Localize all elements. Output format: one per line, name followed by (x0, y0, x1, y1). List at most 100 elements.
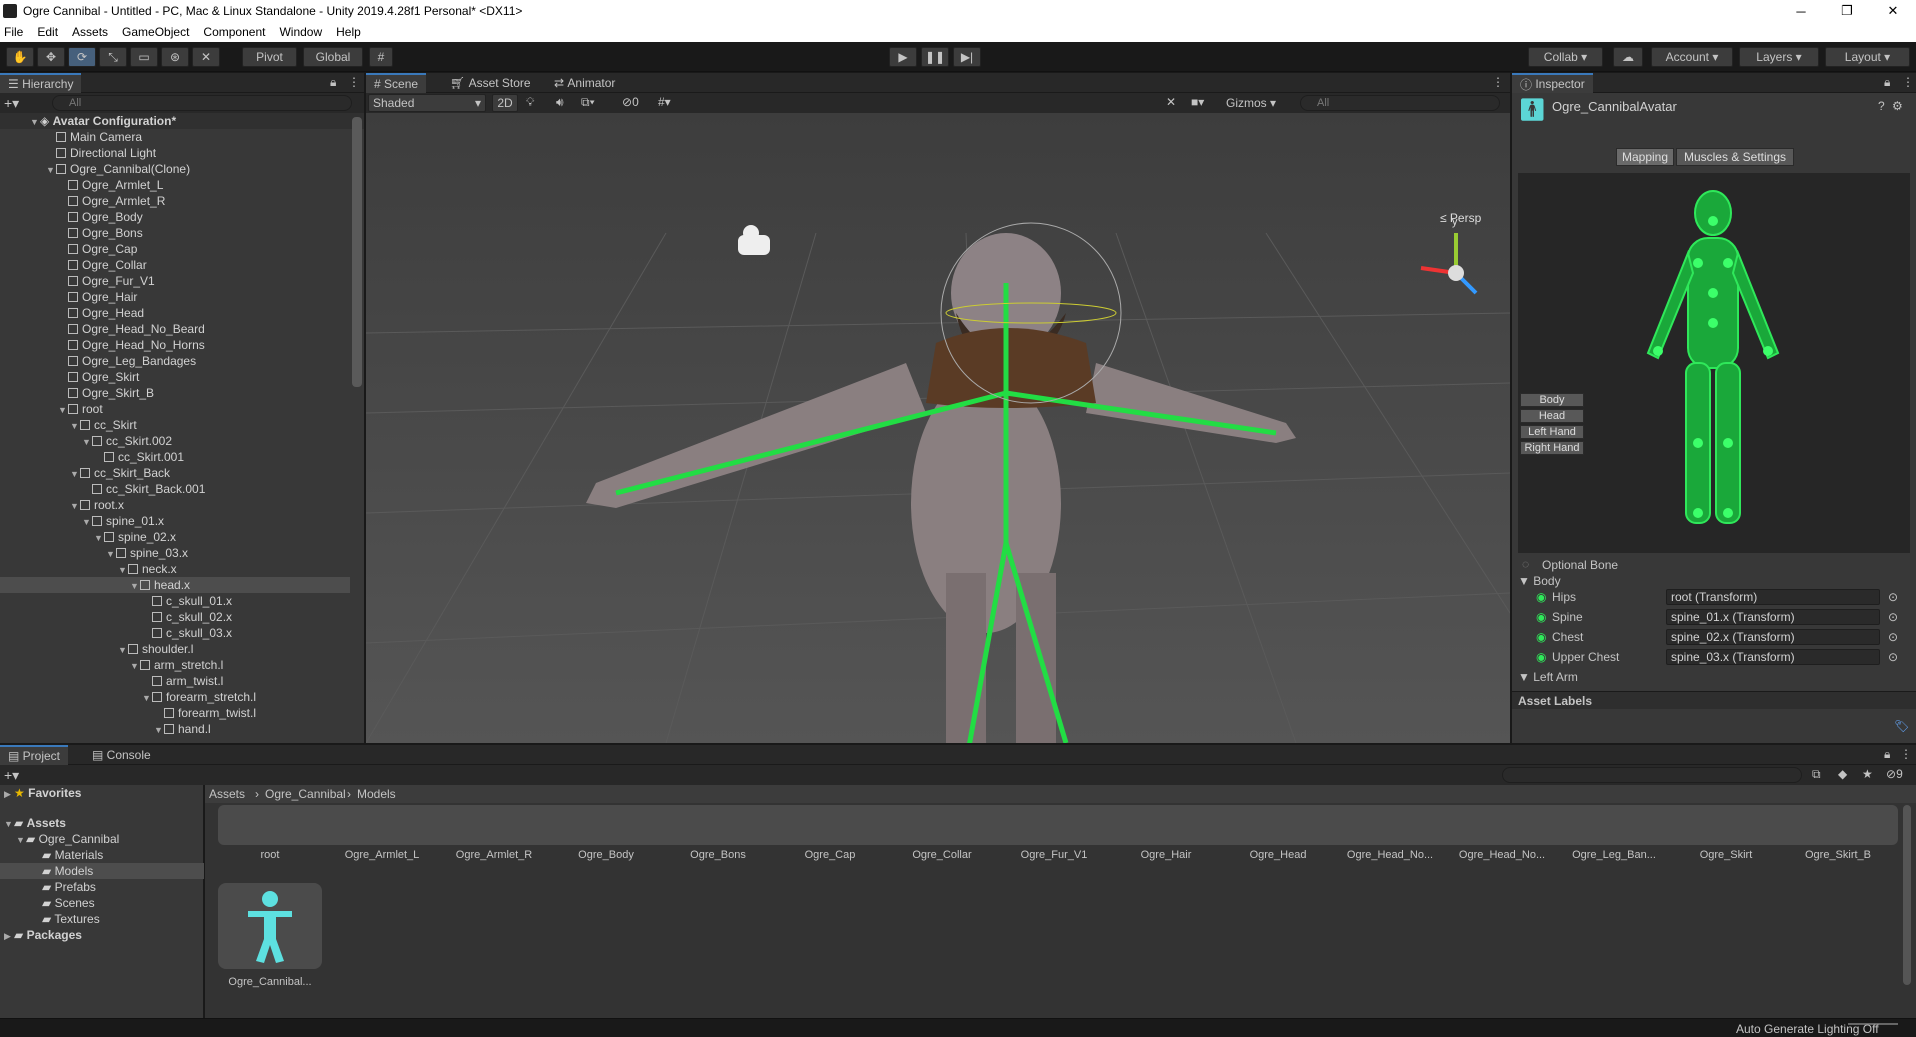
menu-assets[interactable]: Assets (72, 25, 108, 39)
lock-icon[interactable]: 🔒︎ (330, 75, 336, 90)
move-tool-icon[interactable]: ✥ (37, 47, 65, 67)
hierarchy-row[interactable]: ▼ shoulder.l (0, 641, 350, 657)
play-button[interactable]: ▶ (889, 47, 917, 67)
hierarchy-row[interactable]: Ogre_Fur_V1 (0, 273, 350, 289)
tab-animator[interactable]: ⇄ Animator (546, 73, 623, 93)
model-asset-label[interactable]: Ogre_Head_No... (1447, 849, 1557, 861)
object-picker-icon[interactable]: ⊙ (1888, 630, 1898, 644)
hierarchy-row[interactable]: ▼ spine_03.x (0, 545, 350, 561)
inspector-lock-icon[interactable]: 🔒︎ (1884, 75, 1890, 90)
global-toggle[interactable]: Global (303, 47, 363, 67)
hierarchy-row[interactable]: ▼ Ogre_Cannibal(Clone) (0, 161, 350, 177)
audio-icon[interactable]: 🔊︎ (556, 95, 564, 110)
hierarchy-row[interactable]: Ogre_Head_No_Beard (0, 321, 350, 337)
project-scrollbar[interactable] (1903, 805, 1911, 985)
gizmos-dropdown[interactable]: Gizmos ▾ (1226, 96, 1276, 110)
grid-icon[interactable]: #▾ (658, 95, 671, 109)
hierarchy-row[interactable]: forearm_twist.l (0, 705, 350, 721)
model-asset-label[interactable]: Ogre_Head_No... (1335, 849, 1445, 861)
hierarchy-row[interactable]: Ogre_Head_No_Horns (0, 337, 350, 353)
folder-scenes[interactable]: ▰ Scenes (42, 895, 95, 911)
foldout-arrow-icon[interactable]: ▼ (70, 498, 80, 514)
tab-asset-store[interactable]: 🛒︎ Asset Store (442, 73, 539, 93)
hierarchy-row[interactable]: c_skull_02.x (0, 609, 350, 625)
inspector-menu-icon[interactable]: ⋮ (1902, 75, 1914, 89)
model-asset-label[interactable]: Ogre_Armlet_L (327, 849, 437, 861)
model-asset-label[interactable]: Ogre_Body (551, 849, 661, 861)
bone-transform-field[interactable]: spine_03.x (Transform) (1666, 649, 1880, 665)
menu-file[interactable]: File (4, 25, 23, 39)
menu-edit[interactable]: Edit (37, 25, 58, 39)
mapping-tab[interactable]: Mapping (1616, 148, 1674, 166)
bone-transform-field[interactable]: spine_02.x (Transform) (1666, 629, 1880, 645)
close-button[interactable]: ✕ (1870, 0, 1916, 22)
hierarchy-row[interactable]: ▼ hand.l (0, 721, 350, 737)
cloud-icon[interactable]: ☁ (1613, 47, 1643, 67)
hierarchy-row[interactable]: cc_Skirt.001 (0, 449, 350, 465)
object-picker-icon[interactable]: ⊙ (1888, 590, 1898, 604)
minimize-button[interactable]: ─ (1778, 0, 1824, 22)
scene-row[interactable]: ▼◈ Avatar Configuration* (0, 113, 364, 129)
left-arm-section-foldout[interactable]: ▼ Left Arm (1518, 670, 1578, 684)
add-icon[interactable]: +▾ (4, 95, 19, 112)
model-asset-label[interactable]: Ogre_Skirt (1671, 849, 1781, 861)
foldout-arrow-icon[interactable]: ▼ (82, 514, 92, 530)
foldout-arrow-icon[interactable]: ▼ (70, 466, 80, 482)
body-section-foldout[interactable]: ▼ Body (1518, 574, 1561, 588)
hierarchy-search-input[interactable]: All (52, 95, 352, 111)
model-asset-label[interactable]: Ogre_Cap (775, 849, 885, 861)
folder-models[interactable]: ▰ Models (0, 863, 204, 879)
model-asset-label[interactable]: root (215, 849, 325, 861)
persp-label[interactable]: ≤ Persp (1440, 211, 1481, 225)
folder-materials[interactable]: ▰ Materials (42, 847, 103, 863)
hierarchy-row[interactable]: Ogre_Leg_Bandages (0, 353, 350, 369)
hierarchy-row[interactable]: Ogre_Body (0, 209, 350, 225)
transform-tool-icon[interactable]: ⊛ (161, 47, 189, 67)
menu-gameobject[interactable]: GameObject (122, 25, 189, 39)
hierarchy-row[interactable]: ▼ neck.x (0, 561, 350, 577)
scale-tool-icon[interactable]: ⤡ (99, 47, 127, 67)
hierarchy-row[interactable]: ▼ spine_01.x (0, 513, 350, 529)
foldout-arrow-icon[interactable]: ▼ (118, 642, 128, 658)
hierarchy-row[interactable]: Ogre_Head (0, 305, 350, 321)
pivot-toggle[interactable]: Pivot (242, 47, 297, 67)
avatar-asset-tile[interactable] (218, 883, 322, 969)
foldout-arrow-icon[interactable]: ▼ (130, 658, 140, 674)
hierarchy-row[interactable]: c_skull_03.x (0, 625, 350, 641)
tab-inspector[interactable]: ⓘ Inspector (1512, 73, 1593, 93)
hierarchy-row[interactable]: ▼ cc_Skirt (0, 417, 350, 433)
menu-help[interactable]: Help (336, 25, 361, 39)
object-picker-icon[interactable]: ⊙ (1888, 650, 1898, 664)
foldout-arrow-icon[interactable]: ▼ (130, 578, 140, 594)
hierarchy-row[interactable]: ▼ root.x (0, 497, 350, 513)
packages-folder[interactable]: ▶ ▰ Packages (4, 927, 82, 943)
hierarchy-row[interactable]: ▼ head.x (0, 577, 350, 593)
hierarchy-row[interactable]: Ogre_Cap (0, 241, 350, 257)
tools-icon[interactable]: ✕ (1166, 95, 1176, 109)
hierarchy-row[interactable]: c_skull_01.x (0, 593, 350, 609)
hand-tool-icon[interactable]: ✋ (6, 47, 34, 67)
layout-dropdown[interactable]: Layout ▾ (1825, 47, 1910, 67)
ogre-cannibal-folder[interactable]: ▼▰ Ogre_Cannibal (16, 831, 119, 847)
object-picker-icon[interactable]: ⊙ (1888, 610, 1898, 624)
hierarchy-row[interactable]: Ogre_Collar (0, 257, 350, 273)
pause-button[interactable]: ❚❚ (921, 47, 949, 67)
hierarchy-row[interactable]: Ogre_Hair (0, 289, 350, 305)
folder-textures[interactable]: ▰ Textures (42, 911, 100, 927)
foldout-arrow-icon[interactable]: ▼ (94, 530, 104, 546)
hierarchy-row[interactable]: Ogre_Armlet_R (0, 193, 350, 209)
hierarchy-row[interactable]: Main Camera (0, 129, 350, 145)
breadcrumb-models[interactable]: Models (357, 787, 396, 801)
breadcrumb-assets[interactable]: Assets (209, 787, 245, 801)
hierarchy-row[interactable]: ▼ cc_Skirt_Back (0, 465, 350, 481)
foldout-arrow-icon[interactable]: ▼ (82, 434, 92, 450)
tab-scene[interactable]: # Scene (366, 73, 427, 93)
rotate-tool-icon[interactable]: ⟳ (68, 47, 96, 67)
favorites-item[interactable]: ▶ ★ Favorites (4, 785, 81, 801)
hierarchy-row[interactable]: ▼ forearm_stretch.l (0, 689, 350, 705)
foldout-arrow-icon[interactable]: ▼ (142, 690, 152, 706)
hierarchy-row[interactable]: arm_twist.l (0, 673, 350, 689)
model-asset-label[interactable]: Ogre_Hair (1111, 849, 1221, 861)
menu-window[interactable]: Window (279, 25, 322, 39)
rect-tool-icon[interactable]: ▭ (130, 47, 158, 67)
